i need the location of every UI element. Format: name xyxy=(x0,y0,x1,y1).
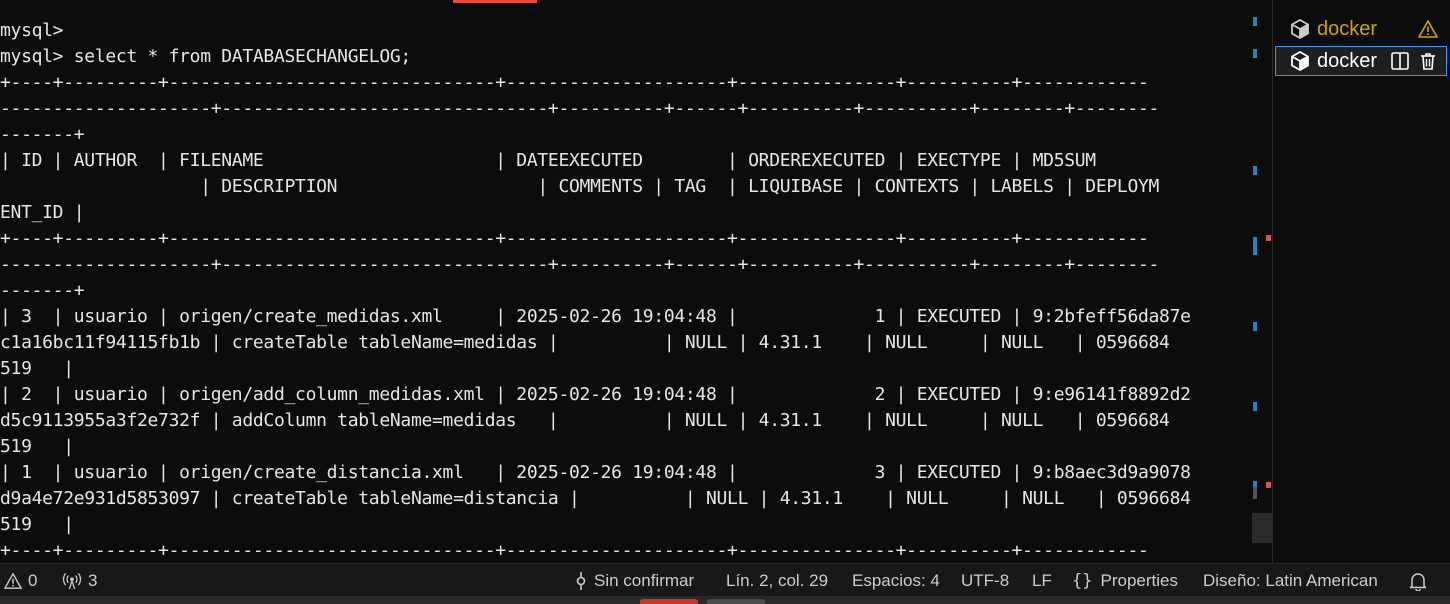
terminal-line: | ID | AUTHOR | FILENAME | DATEEXECUTED … xyxy=(0,150,1096,171)
taskbar-indicator xyxy=(707,599,765,604)
trash-icon[interactable] xyxy=(1417,50,1439,72)
terminal-list-item-label: docker xyxy=(1317,17,1378,40)
terminal-line: +----+---------+------------------------… xyxy=(0,540,1149,561)
scroll-marker xyxy=(1253,487,1257,499)
language-mode-label: Properties xyxy=(1100,570,1178,590)
bell-icon xyxy=(1409,572,1427,591)
taskbar-indicator xyxy=(640,599,698,604)
braces-icon: {} xyxy=(1072,570,1093,591)
notifications-button[interactable] xyxy=(1408,564,1434,597)
split-terminal-icon[interactable] xyxy=(1389,50,1411,72)
warning-icon xyxy=(1417,18,1439,40)
keyboard-layout-label: Diseño: Latin American xyxy=(1203,570,1378,590)
terminal-line: 519 | xyxy=(0,514,74,535)
eol-status[interactable]: LF xyxy=(1032,564,1052,597)
ports-count: 3 xyxy=(88,570,98,590)
terminal-line: 519 | xyxy=(0,436,74,457)
keyboard-layout-status[interactable]: Diseño: Latin American xyxy=(1203,564,1378,597)
status-bar: 0 3 Sin confirmar Lín. 2, col. 29 Espaci… xyxy=(0,563,1450,597)
terminal-output[interactable]: mysql> mysql> select * from DATABASECHANG… xyxy=(0,18,1191,563)
broadcast-icon xyxy=(62,572,82,589)
scroll-marker xyxy=(1253,402,1257,411)
scroll-marker xyxy=(1253,322,1257,331)
indentation-label: Espacios: 4 xyxy=(852,570,940,590)
sin-confirmar-status[interactable]: Sin confirmar xyxy=(574,564,694,597)
scroll-marker xyxy=(1253,17,1257,26)
terminal-list-item-docker-2[interactable]: docker xyxy=(1275,46,1447,76)
problems-status[interactable]: 0 xyxy=(4,564,37,597)
terminal-line: -------+ xyxy=(0,124,85,145)
indentation-status[interactable]: Espacios: 4 xyxy=(852,564,940,597)
terminal-line: --------------------+-------------------… xyxy=(0,98,1160,119)
window-bottom-edge xyxy=(0,596,1450,604)
scroll-marker xyxy=(1253,166,1257,175)
terminal-line: d9a4e72e931d5853097 | createTable tableN… xyxy=(0,488,1191,509)
encoding-status[interactable]: UTF-8 xyxy=(961,564,1009,597)
terminal-line: | 2 | usuario | origen/add_column_medida… xyxy=(0,384,1191,405)
terminal-line: -------+ xyxy=(0,280,85,301)
git-commit-icon xyxy=(576,571,586,590)
terminal-line: +----+---------+------------------------… xyxy=(0,72,1149,93)
scroll-marker xyxy=(1253,237,1257,255)
scroll-marker-error xyxy=(1266,235,1271,241)
cursor-position[interactable]: Lín. 2, col. 29 xyxy=(726,564,828,597)
terminal-line: --------------------+-------------------… xyxy=(0,254,1160,275)
terminal-list-item-docker-1[interactable]: docker xyxy=(1275,14,1447,44)
ports-status[interactable]: 3 xyxy=(62,564,97,597)
warning-icon xyxy=(4,572,22,589)
terminal-line: +----+---------+------------------------… xyxy=(0,228,1149,249)
terminal-scrollbar[interactable] xyxy=(1250,0,1272,563)
terminal-line: | 3 | usuario | origen/create_medidas.xm… xyxy=(0,306,1191,327)
terminal-panel[interactable]: mysql> mysql> select * from DATABASECHANG… xyxy=(0,0,1250,563)
encoding-label: UTF-8 xyxy=(961,570,1010,590)
terminal-list-item-label: docker xyxy=(1317,49,1378,72)
terminal-list-panel: docker docker xyxy=(1272,0,1450,563)
terminal-line: d5c9113955a3f2e732f | addColumn tableNam… xyxy=(0,410,1170,431)
scroll-marker-error xyxy=(1266,482,1271,488)
terminal-line: | DESCRIPTION | COMMENTS | TAG | LIQUIBA… xyxy=(0,176,1160,197)
terminal-line: c1a16bc11f94115fb1b | createTable tableN… xyxy=(0,332,1170,353)
eol-label: LF xyxy=(1032,570,1052,590)
sin-confirmar-label: Sin confirmar xyxy=(594,570,695,590)
problems-count: 0 xyxy=(28,570,38,590)
terminal-line: 519 | xyxy=(0,358,74,379)
scrollbar-thumb[interactable] xyxy=(1252,513,1272,543)
active-tab-indicator xyxy=(453,0,537,3)
terminal-line: ENT_ID | xyxy=(0,202,85,223)
language-mode-status[interactable]: {} Properties xyxy=(1072,564,1178,597)
docker-icon xyxy=(1289,18,1311,40)
terminal-line: | 1 | usuario | origen/create_distancia.… xyxy=(0,462,1191,483)
terminal-line: mysql> select * from DATABASECHANGELOG; xyxy=(0,46,411,67)
scroll-marker xyxy=(1253,49,1257,58)
docker-icon xyxy=(1289,50,1311,72)
cursor-position-label: Lín. 2, col. 29 xyxy=(726,570,829,590)
terminal-line: mysql> xyxy=(0,20,64,41)
